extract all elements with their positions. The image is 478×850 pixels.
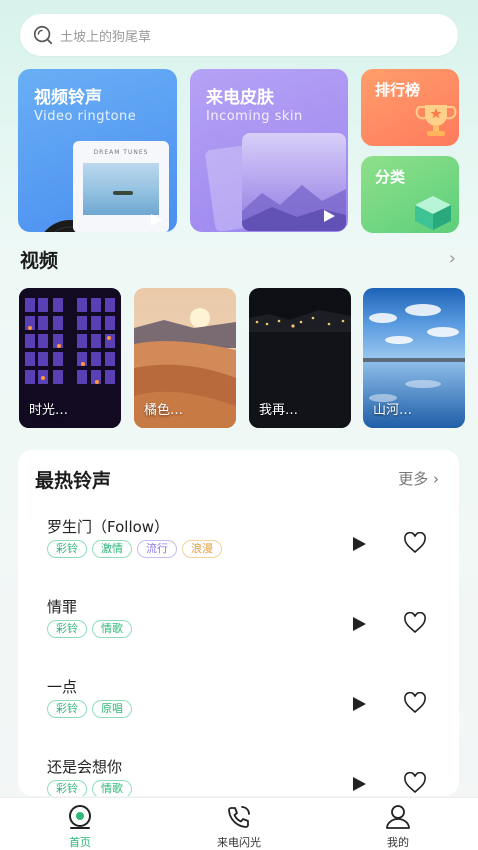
video-thumb-label: 山河… xyxy=(373,403,413,418)
song-tags: 彩铃 情歌 xyxy=(47,780,132,796)
heart-icon[interactable] xyxy=(403,612,427,634)
category-card[interactable]: 分类 xyxy=(361,156,459,233)
song-row[interactable]: 一点 彩铃 原唱 xyxy=(18,676,459,746)
tag: 流行 xyxy=(137,540,177,558)
tab-mine-label: 我的 xyxy=(387,836,409,849)
video-thumb-label: 时光… xyxy=(29,403,69,418)
video-thumb-label: 橘色… xyxy=(144,403,184,418)
cube-icon xyxy=(415,196,451,230)
category-title: 分类 xyxy=(375,168,406,186)
song-tags: 彩铃 原唱 xyxy=(47,700,132,718)
incoming-skin-title: 来电皮肤 xyxy=(206,88,274,108)
song-tags: 彩铃 情歌 xyxy=(47,620,132,638)
video-thumb-1[interactable]: 时光… xyxy=(19,288,121,428)
tag: 激情 xyxy=(92,540,132,558)
play-icon[interactable] xyxy=(351,696,367,712)
hot-ringtones-title: 最热铃声 xyxy=(35,470,112,492)
song-name: 情罪 xyxy=(47,598,78,616)
video-ringtone-subtitle: Video ringtone xyxy=(34,109,137,124)
tag: 原唱 xyxy=(92,700,132,718)
play-icon[interactable] xyxy=(351,776,367,792)
tag: 彩铃 xyxy=(47,700,87,718)
more-link[interactable]: 更多 › xyxy=(398,468,439,489)
heart-icon[interactable] xyxy=(403,772,427,794)
search-icon xyxy=(33,25,53,45)
trophy-icon xyxy=(415,105,457,136)
skin-preview-image xyxy=(242,133,346,231)
song-row[interactable]: 罗生门（Follow） 彩铃 激情 流行 浪漫 xyxy=(18,516,459,586)
ranking-title: 排行榜 xyxy=(375,81,421,99)
tab-call-flash[interactable]: 来电闪光 xyxy=(199,804,279,850)
album-text: DREAM TUNES xyxy=(93,149,149,156)
album-cover-image: DREAM TUNES xyxy=(73,141,169,232)
song-name: 一点 xyxy=(47,678,78,696)
user-icon xyxy=(386,805,410,829)
video-thumb-label: 我再… xyxy=(259,403,299,418)
phone-flash-icon xyxy=(228,806,250,828)
play-icon[interactable] xyxy=(351,616,367,632)
tag: 情歌 xyxy=(92,620,132,638)
video-ringtone-title: 视频铃声 xyxy=(34,88,102,108)
tag: 彩铃 xyxy=(47,780,87,796)
tab-mine[interactable]: 我的 xyxy=(358,804,438,850)
tab-call-flash-label: 来电闪光 xyxy=(217,836,261,849)
song-name: 还是会想你 xyxy=(47,758,123,776)
tab-home[interactable]: 首页 xyxy=(40,804,120,850)
song-row[interactable]: 还是会想你 彩铃 情歌 xyxy=(18,756,459,796)
ranking-card[interactable]: 排行榜 xyxy=(361,69,459,146)
incoming-skin-subtitle: Incoming skin xyxy=(206,109,303,124)
tab-home-label: 首页 xyxy=(69,836,91,849)
video-section-arrow[interactable]: › xyxy=(449,248,456,269)
search-placeholder: 土坡上的狗尾草 xyxy=(60,29,152,45)
play-icon xyxy=(151,214,162,226)
tag: 情歌 xyxy=(92,780,132,796)
video-thumb-4[interactable]: 山河… xyxy=(363,288,465,428)
bottom-tab-bar: 首页 来电闪光 我的 xyxy=(0,797,478,850)
song-name: 罗生门（Follow） xyxy=(47,518,170,536)
home-record-icon xyxy=(69,805,91,829)
video-thumb-3[interactable]: 我再… xyxy=(249,288,351,428)
tag: 彩铃 xyxy=(47,620,87,638)
hot-ringtones-panel: 最热铃声 更多 › 罗生门（Follow） 彩铃 激情 流行 浪漫 情罪 彩铃 … xyxy=(18,450,459,796)
heart-icon[interactable] xyxy=(403,532,427,554)
video-section-title: 视频 xyxy=(20,250,59,272)
incoming-skin-card[interactable]: 来电皮肤 Incoming skin xyxy=(190,69,348,232)
play-icon xyxy=(324,210,335,222)
play-icon[interactable] xyxy=(351,536,367,552)
tag: 浪漫 xyxy=(182,540,222,558)
video-thumb-2[interactable]: 橘色… xyxy=(134,288,236,428)
tag: 彩铃 xyxy=(47,540,87,558)
video-ringtone-card[interactable]: 视频铃声 Video ringtone DREAM TUNES xyxy=(18,69,177,232)
search-bar[interactable]: 土坡上的狗尾草 xyxy=(20,14,458,56)
song-tags: 彩铃 激情 流行 浪漫 xyxy=(47,540,222,558)
song-row[interactable]: 情罪 彩铃 情歌 xyxy=(18,596,459,666)
heart-icon[interactable] xyxy=(403,692,427,714)
